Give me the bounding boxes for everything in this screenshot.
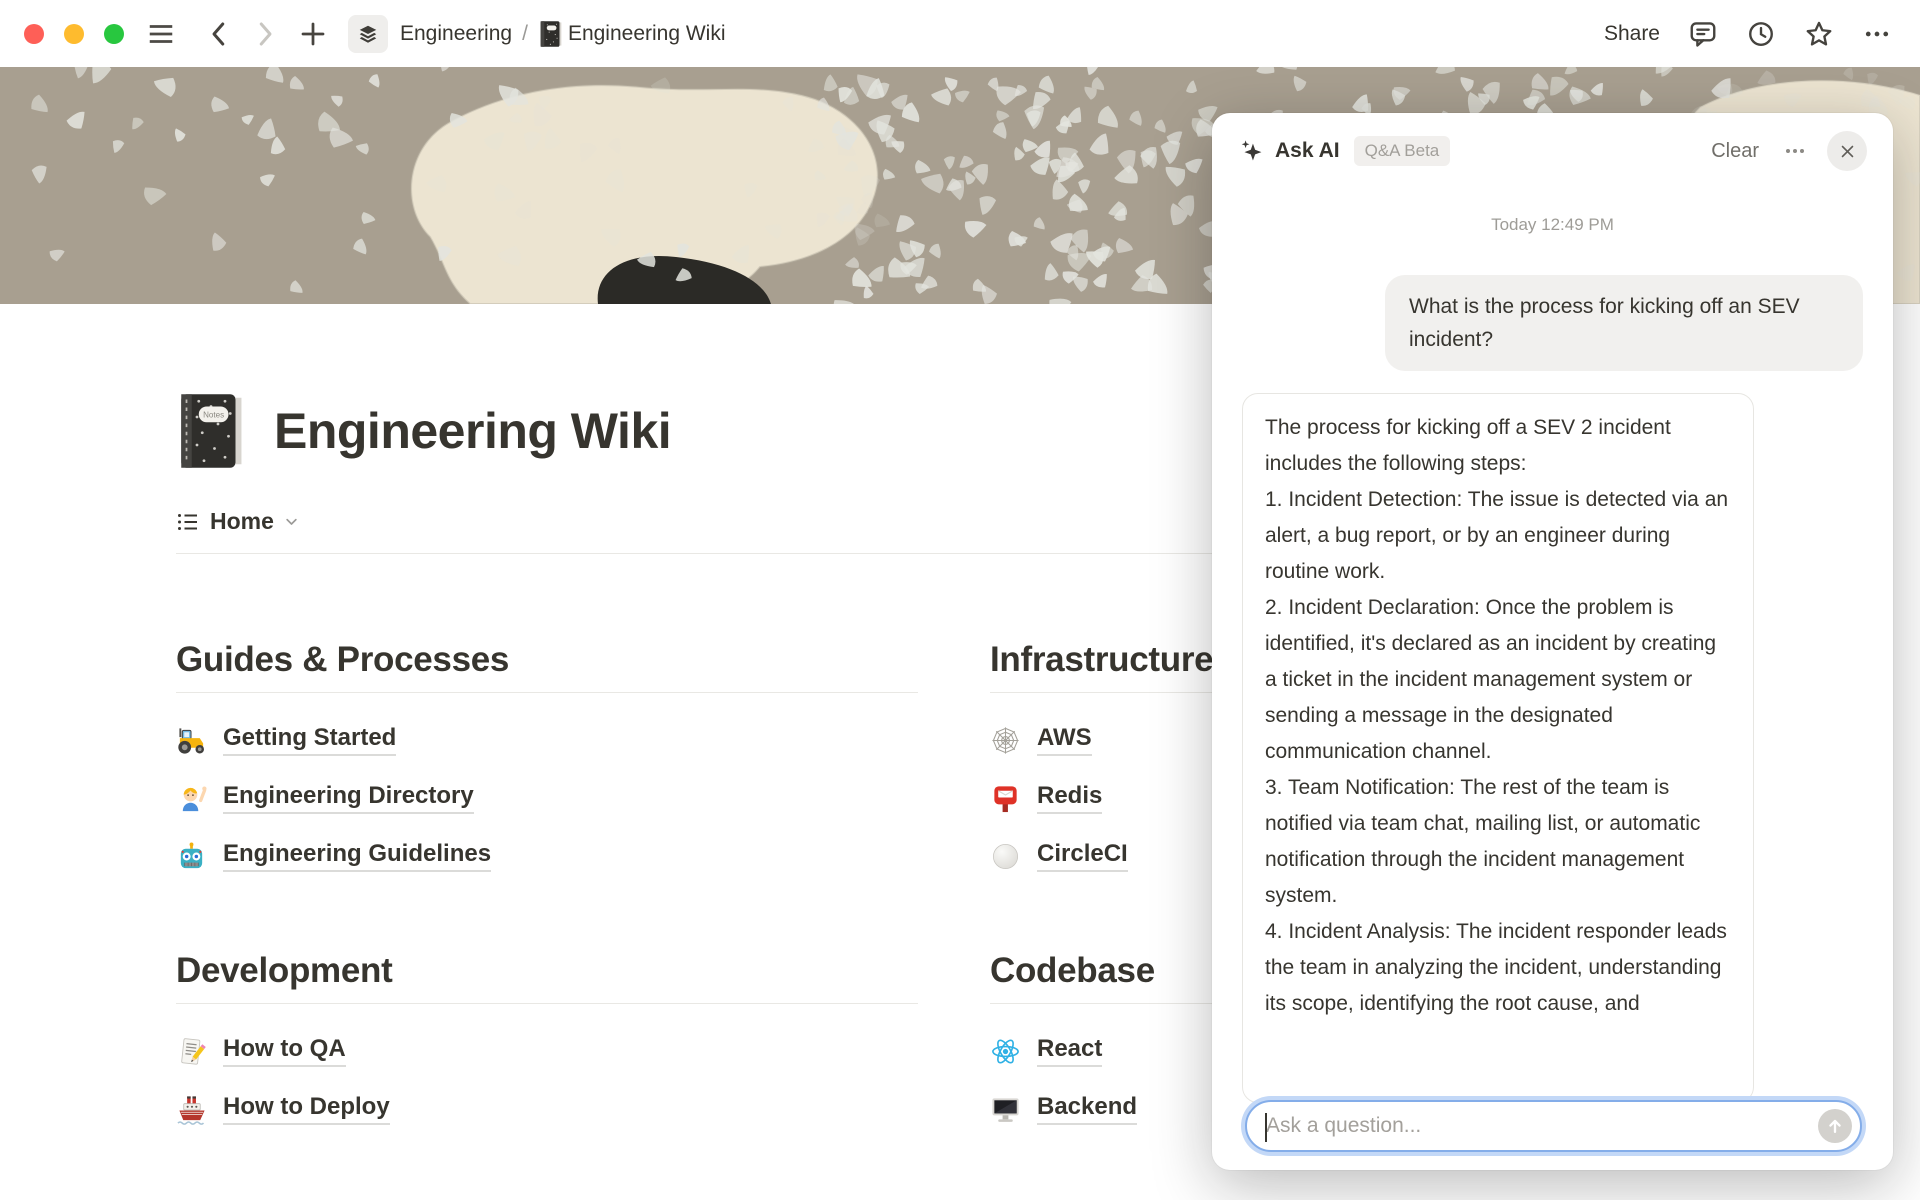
panel-close-button[interactable] — [1827, 131, 1867, 171]
section-divider — [176, 692, 918, 693]
breadcrumb-page[interactable]: Engineering Wiki — [568, 22, 726, 46]
page-link-label[interactable]: How to Deploy — [223, 1093, 390, 1125]
chevron-down-icon — [284, 514, 299, 529]
notebook-emoji[interactable]: Notes — [176, 390, 246, 472]
page-link-label[interactable]: Getting Started — [223, 724, 396, 756]
sidebar-toggle-icon — [146, 19, 176, 49]
list-view-icon — [176, 510, 200, 534]
section-divider — [176, 1003, 918, 1004]
clear-button[interactable]: Clear — [1711, 140, 1759, 163]
teamspace-layers-icon — [357, 23, 379, 45]
favorite-button[interactable] — [1804, 19, 1834, 49]
conversation-timestamp: Today 12:49 PM — [1242, 215, 1863, 235]
ask-question-inputbox[interactable] — [1245, 1100, 1862, 1152]
column-left: Guides & Processes Getting Started Engin… — [176, 554, 918, 1138]
ask-ai-title: Ask AI — [1275, 139, 1340, 163]
breadcrumb-separator: / — [522, 22, 528, 46]
page-link-label[interactable]: CircleCI — [1037, 840, 1128, 872]
breadcrumb: Engineering / Engineering Wiki — [388, 20, 726, 48]
ask-ai-panel: Ask AI Q&A Beta Clear Today 12:49 PM Wha… — [1212, 113, 1893, 1170]
page-link-label[interactable]: Engineering Guidelines — [223, 840, 491, 872]
page-link-label[interactable]: Redis — [1037, 782, 1102, 814]
ai-response-card: The process for kicking off a SEV 2 inci… — [1242, 393, 1754, 1103]
page-link-engineering-guidelines[interactable]: Engineering Guidelines — [176, 827, 918, 885]
new-page-icon — [298, 19, 328, 49]
comments-button[interactable] — [1688, 19, 1718, 49]
forward-button[interactable] — [250, 19, 280, 49]
close-window-button[interactable] — [24, 24, 44, 44]
minimize-window-button[interactable] — [64, 24, 84, 44]
white-circle-emoji — [990, 841, 1021, 872]
more-ellipsis-icon — [1862, 19, 1892, 49]
back-icon — [204, 19, 234, 49]
page-link-how-to-qa[interactable]: How to QA — [176, 1022, 918, 1080]
ai-sparkle-icon — [1238, 138, 1264, 164]
desktop-computer-emoji — [990, 1094, 1021, 1125]
more-ellipsis-icon — [1783, 139, 1807, 163]
page-link-label[interactable]: React — [1037, 1035, 1102, 1067]
svg-text:Notes: Notes — [203, 411, 224, 420]
tractor-emoji — [176, 725, 207, 756]
send-arrow-icon — [1825, 1116, 1845, 1136]
page-link-getting-started[interactable]: Getting Started — [176, 711, 918, 769]
qa-beta-badge: Q&A Beta — [1354, 136, 1451, 166]
page-link-how-to-deploy[interactable]: How to Deploy — [176, 1080, 918, 1138]
back-button[interactable] — [204, 19, 234, 49]
new-page-button[interactable] — [298, 19, 328, 49]
page-link-label[interactable]: Engineering Directory — [223, 782, 474, 814]
breadcrumb-teamspace-icon-button[interactable] — [348, 15, 388, 53]
send-button[interactable] — [1818, 1109, 1852, 1143]
window-toolbar: Engineering / Engineering Wiki Share — [0, 0, 1920, 67]
panel-more-button[interactable] — [1783, 139, 1807, 163]
zoom-window-button[interactable] — [104, 24, 124, 44]
section-heading-development: Development — [176, 951, 918, 991]
robot-emoji — [176, 841, 207, 872]
notebook-emoji — [538, 20, 564, 48]
page-link-label[interactable]: Backend — [1037, 1093, 1137, 1125]
page-link-label[interactable]: How to QA — [223, 1035, 346, 1067]
section-heading-guides: Guides & Processes — [176, 640, 918, 680]
ask-ai-conversation: Today 12:49 PM What is the process for k… — [1212, 189, 1893, 1170]
ask-ai-header: Ask AI Q&A Beta Clear — [1212, 113, 1893, 189]
postbox-emoji — [990, 783, 1021, 814]
toolbar-more-button[interactable] — [1862, 19, 1892, 49]
sidebar-toggle-button[interactable] — [146, 19, 176, 49]
updates-clock-icon — [1746, 19, 1776, 49]
share-button[interactable]: Share — [1604, 22, 1660, 46]
person-raising-hand-emoji — [176, 783, 207, 814]
ask-question-input[interactable] — [1266, 1114, 1810, 1138]
traffic-lights — [24, 24, 124, 44]
spider-web-emoji — [990, 725, 1021, 756]
favorite-star-icon — [1804, 19, 1834, 49]
page-link-engineering-directory[interactable]: Engineering Directory — [176, 769, 918, 827]
memo-pencil-emoji — [176, 1036, 207, 1067]
breadcrumb-teamspace[interactable]: Engineering — [400, 22, 512, 46]
view-tab-label: Home — [210, 508, 274, 535]
page-title: Engineering Wiki — [274, 402, 671, 460]
comments-icon — [1688, 19, 1718, 49]
text-cursor — [1265, 1113, 1267, 1142]
updates-button[interactable] — [1746, 19, 1776, 49]
user-message-bubble: What is the process for kicking off an S… — [1385, 275, 1863, 371]
close-icon — [1839, 143, 1856, 160]
ship-emoji — [176, 1094, 207, 1125]
page-link-label[interactable]: AWS — [1037, 724, 1092, 756]
forward-icon — [250, 19, 280, 49]
react-atom-icon — [990, 1036, 1021, 1067]
